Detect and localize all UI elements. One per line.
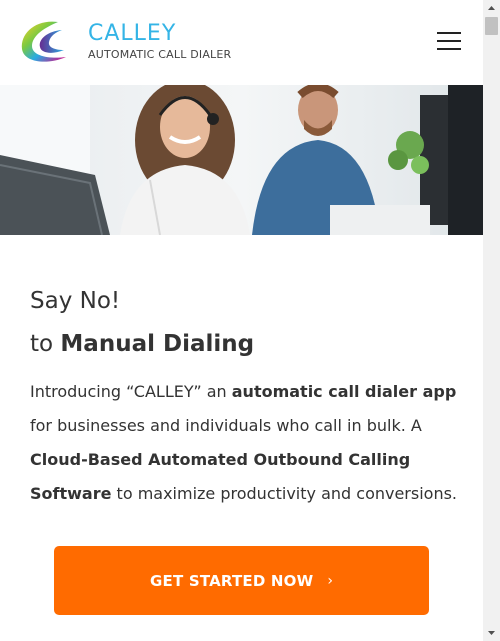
intro-text-1: Introducing “CALLEY” an [30, 382, 232, 401]
brand-name: CALLEY [88, 21, 177, 46]
scroll-down-arrow-icon[interactable] [483, 624, 500, 641]
scrollbar-thumb[interactable] [485, 17, 498, 35]
intro-bold-1: automatic call dialer app [231, 382, 457, 401]
headline-line2: to Manual Dialing [30, 323, 254, 366]
chevron-right-icon: › [327, 572, 333, 589]
brand-tagline: AUTOMATIC CALL DIALER [88, 48, 232, 61]
headline-line2-prefix: to [30, 331, 61, 357]
headline: Say No! to Manual Dialing [30, 280, 254, 366]
intro-text-2: for businesses and individuals who call … [30, 416, 422, 435]
page: CALLEY AUTOMATIC CALL DIALER Say No! to … [0, 0, 483, 641]
calley-logo-icon[interactable] [18, 19, 70, 65]
headline-line2-bold: Manual Dialing [60, 331, 255, 357]
get-started-button[interactable]: GET STARTED NOW › [54, 546, 429, 615]
hero-image [0, 85, 483, 235]
intro-paragraph: Introducing “CALLEY” an automatic call d… [30, 375, 460, 511]
hamburger-menu-icon[interactable] [437, 32, 463, 52]
intro-text-3: to maximize productivity and conversions… [111, 484, 458, 503]
headline-line1: Say No! [30, 288, 121, 314]
site-header: CALLEY AUTOMATIC CALL DIALER [0, 0, 483, 85]
brand[interactable]: CALLEY AUTOMATIC CALL DIALER [88, 21, 231, 62]
scroll-up-arrow-icon[interactable] [483, 0, 500, 17]
page-scrollbar[interactable] [483, 0, 500, 641]
get-started-label: GET STARTED NOW [150, 571, 314, 590]
